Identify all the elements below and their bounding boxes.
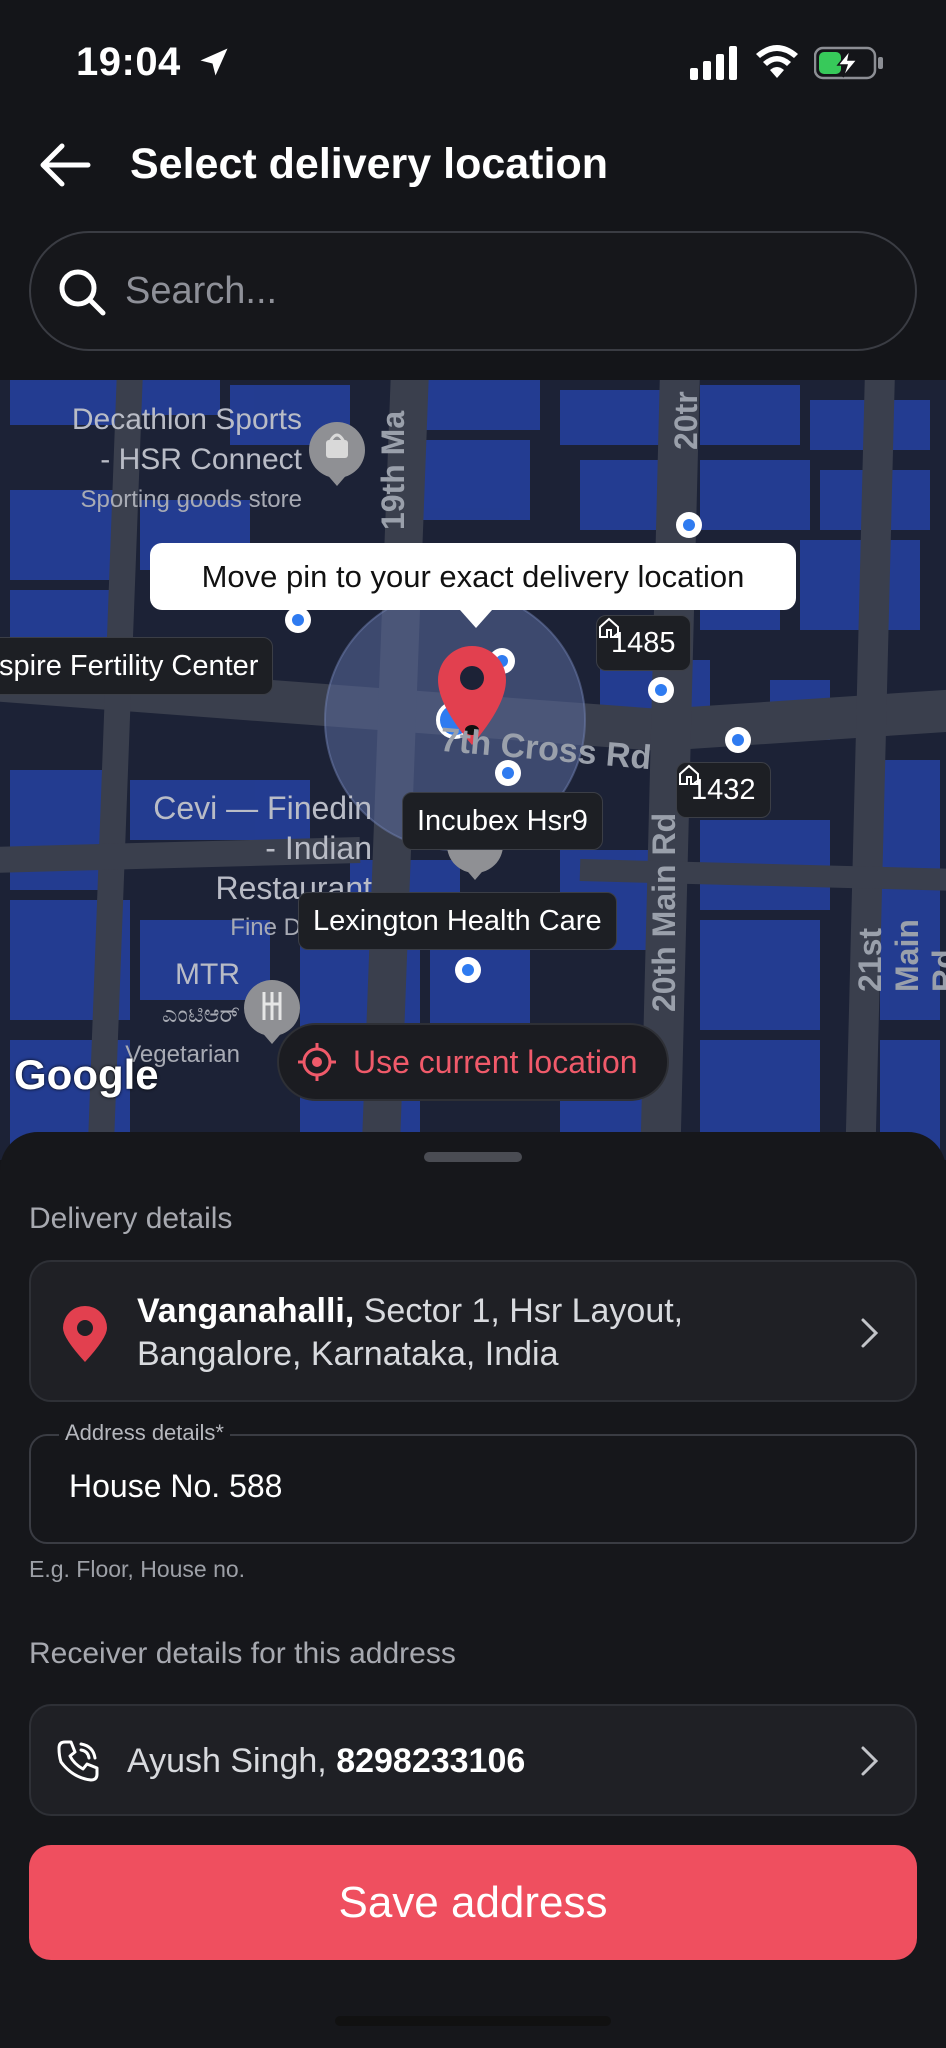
google-attribution: Google [14, 1051, 159, 1098]
map-place-fertility[interactable]: spire Fertility Center [0, 637, 274, 695]
house-icon [599, 617, 619, 638]
map-place-lexington[interactable]: Lexington Health Care [298, 892, 617, 950]
receiver-details-title: Receiver details for this address [29, 1637, 456, 1670]
chevron-right-icon [861, 1318, 879, 1348]
pin-tooltip: Move pin to your exact delivery location [150, 543, 796, 628]
road-label-19th: 19th Ma [375, 410, 411, 530]
search-input[interactable] [125, 263, 865, 319]
road-label-21st-main: 21st Main Rd [852, 919, 946, 992]
address-details-label: Address details* [59, 1420, 230, 1446]
receiver-card[interactable]: Ayush Singh, 8298233106 [29, 1704, 917, 1816]
status-time: 19:04 [76, 40, 181, 84]
cellular-signal-icon [690, 46, 737, 80]
search-box[interactable] [29, 231, 917, 351]
address-details-field[interactable]: Address details* House No. 588 [29, 1420, 917, 1544]
location-pin-icon [63, 1306, 107, 1362]
map-place-decathlon[interactable]: Decathlon Sports - HSR Connect Sporting … [40, 400, 302, 520]
use-current-location-button[interactable]: Use current location [277, 1023, 669, 1101]
back-button[interactable] [38, 140, 92, 190]
house-number-chip-1432[interactable]: 1432 [676, 762, 771, 818]
page-title: Select delivery location [130, 140, 608, 188]
house-icon [679, 764, 699, 785]
address-details-hint: E.g. Floor, House no. [29, 1556, 246, 1582]
phone-icon [57, 1740, 99, 1782]
wifi-icon [756, 45, 798, 78]
road-label-20th-top: 20tr [668, 391, 704, 450]
address-card[interactable]: Vanganahalli, Sector 1, Hsr Layout, Bang… [29, 1260, 917, 1402]
save-address-button[interactable]: Save address [29, 1845, 917, 1960]
home-indicator [335, 2016, 611, 2026]
address-text: Vanganahalli, Sector 1, Hsr Layout, Bang… [137, 1292, 684, 1373]
chevron-right-icon [861, 1746, 879, 1776]
house-number-chip-1485[interactable]: 1485 [596, 615, 691, 671]
sheet-handle[interactable] [424, 1152, 522, 1162]
location-arrow-icon [200, 48, 228, 76]
delivery-details-title: Delivery details [29, 1202, 233, 1235]
crosshair-icon [298, 1043, 336, 1081]
map-place-incubex[interactable]: Incubex Hsr9 [402, 792, 603, 850]
address-details-input[interactable]: House No. 588 [69, 1468, 282, 1505]
road-label-20th-main: 20th Main Rd [646, 812, 682, 1012]
receiver-text: Ayush Singh, 8298233106 [127, 1742, 526, 1780]
status-bar: 19:04 [0, 0, 946, 120]
search-icon [59, 269, 106, 316]
battery-charging-icon [814, 46, 883, 80]
map-view[interactable]: Decathlon Sports - HSR Connect Sporting … [0, 380, 946, 1160]
